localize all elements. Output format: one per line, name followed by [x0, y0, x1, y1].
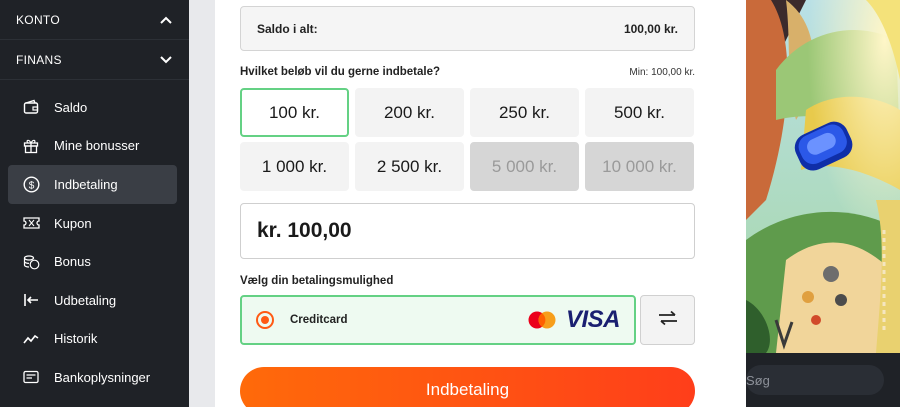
search-input[interactable]: Søg: [746, 365, 884, 395]
card-icon: [22, 368, 40, 386]
sidebar-item-label: Bonus: [54, 254, 91, 270]
visa-logo: VISA: [565, 306, 621, 333]
balance-value: 100,00 kr.: [623, 21, 678, 36]
amount-option-5000: 5 000 kr.: [470, 142, 579, 191]
sidebar-item-label: Bankoplysninger: [54, 369, 151, 385]
sidebar-item-bonus[interactable]: Bonus: [8, 242, 177, 281]
dollar-circle-icon: $: [22, 175, 40, 193]
deposit-submit-button[interactable]: Indbetaling: [240, 367, 695, 407]
sidebar-item-kupon[interactable]: Kupon: [8, 204, 177, 243]
swap-payment-button[interactable]: [640, 295, 695, 345]
sidebar-item-label: Saldo: [54, 99, 88, 115]
payment-option-creditcard[interactable]: Creditcard VISA: [240, 295, 636, 345]
balance-label: Saldo i alt:: [257, 21, 318, 36]
gift-icon: [22, 137, 40, 155]
sidebar-item-historik[interactable]: Historik: [8, 320, 177, 359]
sidebar-item-label: Mine bonusser: [54, 138, 140, 154]
min-amount: Min: 100,00 kr.: [629, 66, 695, 78]
sidebar: KONTO FINANS Saldo Mine bonusser $ Indbe…: [0, 0, 189, 407]
chart-line-icon: [22, 330, 40, 348]
amount-input-value: kr. 100,00: [257, 219, 352, 242]
sidebar-item-udbetaling[interactable]: Udbetaling: [8, 281, 177, 320]
sidebar-item-label: Kupon: [54, 215, 92, 231]
amount-option-250[interactable]: 250 kr.: [470, 88, 579, 137]
ticket-icon: [22, 214, 40, 232]
section-finans[interactable]: FINANS: [0, 40, 189, 80]
deposit-panel: Saldo i alt: 100,00 kr. Hvilket beløb vi…: [215, 0, 746, 407]
finans-nav: Saldo Mine bonusser $ Indbetaling Kupon …: [0, 80, 189, 397]
coins-icon: [22, 253, 40, 271]
amount-option-10000: 10 000 kr.: [585, 142, 694, 191]
payment-method-label: Vælg din betalingsmulighed: [240, 275, 394, 287]
radio-selected-icon[interactable]: [256, 311, 274, 329]
swap-arrows-icon: [657, 310, 679, 331]
backdrop-gap: [189, 0, 215, 407]
amount-question-row: Hvilket beløb vil du gerne indbetale? Mi…: [240, 66, 695, 78]
amount-option-1000[interactable]: 1 000 kr.: [240, 142, 349, 191]
payment-option-label: Creditcard: [290, 314, 348, 326]
sidebar-item-mine-bonusser[interactable]: Mine bonusser: [8, 127, 177, 166]
mastercard-logo: [526, 310, 558, 330]
amount-question: Hvilket beløb vil du gerne indbetale?: [240, 66, 441, 78]
search-bar-area: Søg: [746, 353, 900, 407]
sidebar-item-indbetaling[interactable]: $ Indbetaling: [8, 165, 177, 204]
amount-input[interactable]: kr. 100,00: [240, 203, 695, 259]
svg-text:$: $: [28, 180, 34, 191]
amount-grid: 100 kr. 200 kr. 250 kr. 500 kr. 1 000 kr…: [240, 88, 695, 191]
section-finans-label: FINANS: [16, 52, 62, 67]
section-konto-label: KONTO: [16, 12, 60, 27]
sidebar-item-label: Udbetaling: [54, 292, 117, 308]
amount-option-200[interactable]: 200 kr.: [355, 88, 464, 137]
amount-option-100[interactable]: 100 kr.: [240, 88, 349, 137]
amount-option-500[interactable]: 500 kr.: [585, 88, 694, 137]
balance-box: Saldo i alt: 100,00 kr.: [240, 6, 695, 51]
sidebar-item-label: Historik: [54, 331, 98, 347]
withdraw-icon: [22, 291, 40, 309]
sidebar-item-saldo[interactable]: Saldo: [8, 88, 177, 127]
wallet-icon: [22, 98, 40, 116]
sidebar-item-bankoplysninger[interactable]: Bankoplysninger: [8, 358, 177, 397]
amount-option-2500[interactable]: 2 500 kr.: [355, 142, 464, 191]
chevron-up-icon: [159, 13, 173, 27]
promo-artwork: [746, 0, 900, 407]
search-placeholder: Søg: [746, 372, 770, 388]
sidebar-item-label: Indbetaling: [54, 176, 118, 192]
section-konto[interactable]: KONTO: [0, 0, 189, 40]
chevron-down-icon: [159, 53, 173, 67]
